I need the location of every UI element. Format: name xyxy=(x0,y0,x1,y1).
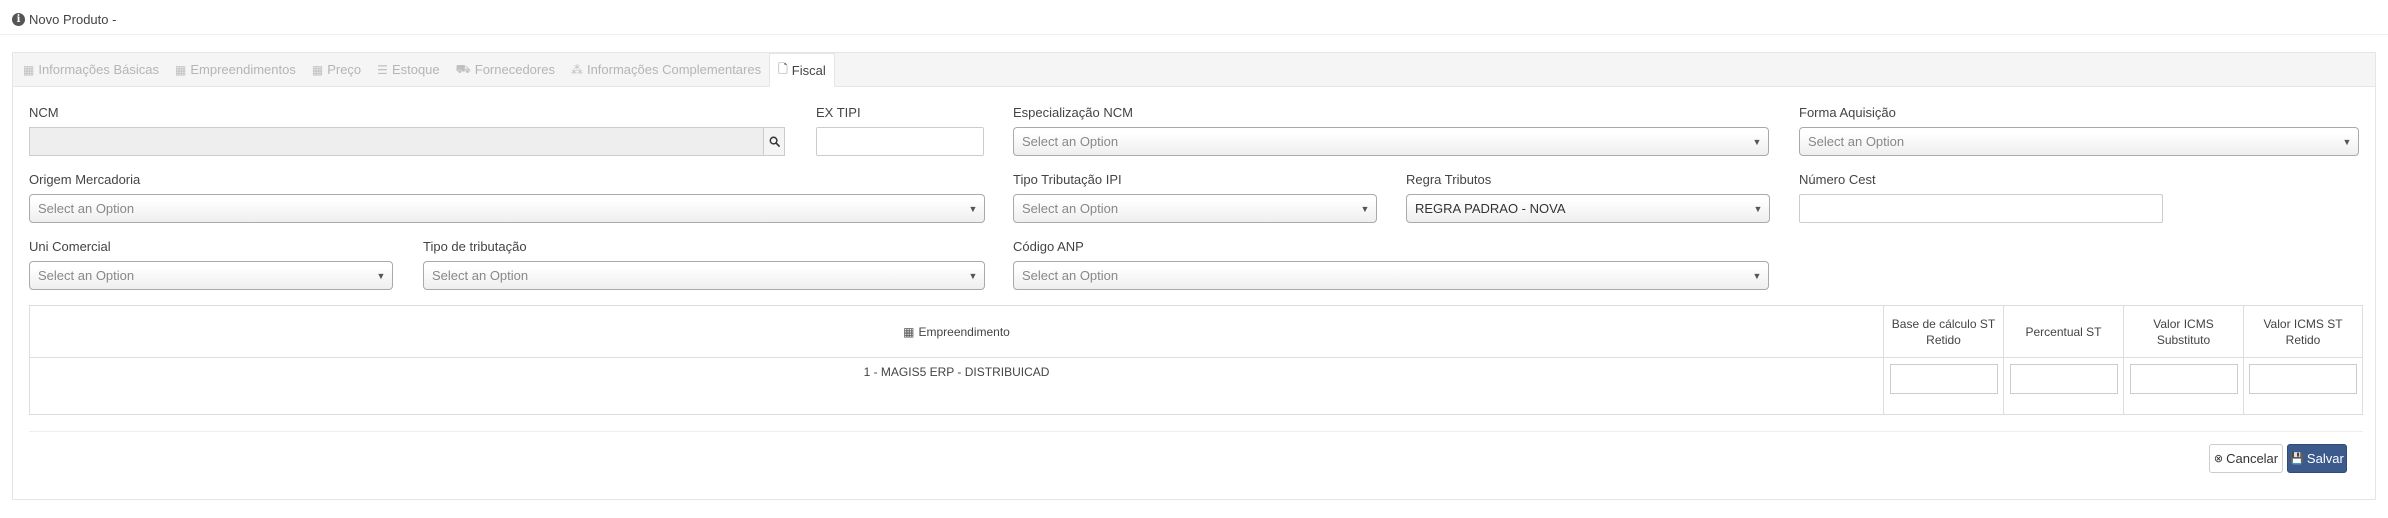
grid-header-base-calculo: Base de cálculo ST Retido xyxy=(1883,306,2003,357)
numero-cest-label: Número Cest xyxy=(1799,172,1876,187)
empreendimento-grid: ▦ Empreendimento Base de cálculo ST Reti… xyxy=(29,305,2363,415)
valor-substituto-input[interactable] xyxy=(2129,364,2238,394)
ncm-field-group xyxy=(29,127,785,156)
codigo-anp-label: Código ANP xyxy=(1013,239,1084,254)
tab-label: Informações Básicas xyxy=(38,62,160,77)
especializacao-ncm-select[interactable]: Select an Option ▼ xyxy=(1013,127,1769,156)
ex-tipi-label: EX TIPI xyxy=(816,105,861,120)
ncm-label: NCM xyxy=(29,105,59,120)
tab-empreendimentos[interactable]: ▦ Empreendimentos xyxy=(167,53,304,86)
grid-header-percentual: Percentual ST xyxy=(2003,306,2123,357)
numero-cest-input[interactable] xyxy=(1799,194,2163,223)
header-divider xyxy=(0,34,2388,35)
times-circle-icon: ⊗ xyxy=(2213,453,2224,465)
caret-down-icon: ▼ xyxy=(968,203,978,214)
tab-fornecedores[interactable]: ⛟ Fornecedores xyxy=(448,53,563,86)
caret-down-icon: ▼ xyxy=(1360,203,1370,214)
ex-tipi-input[interactable] xyxy=(816,127,984,156)
uni-comercial-label: Uni Comercial xyxy=(29,239,111,254)
tab-informacoes-basicas[interactable]: ▦ Informações Básicas xyxy=(15,53,167,86)
button-label: Cancelar xyxy=(2226,451,2279,466)
caret-down-icon: ▼ xyxy=(1752,270,1762,281)
select-value: Select an Option xyxy=(432,268,529,283)
tab-fiscal[interactable]: 🗋 Fiscal xyxy=(769,53,835,87)
cancel-button[interactable]: ⊗ Cancelar xyxy=(2209,444,2283,473)
regra-tributos-select[interactable]: REGRA PADRAO - NOVA ▼ xyxy=(1406,194,1770,223)
uni-comercial-select[interactable]: Select an Option ▼ xyxy=(29,261,393,290)
info-icon: i xyxy=(12,12,25,26)
select-value: Select an Option xyxy=(1808,134,1905,149)
empreendimento-cell: 1 - MAGIS5 ERP - DISTRIBUICAD xyxy=(863,365,1050,379)
table-row: 1 - MAGIS5 ERP - DISTRIBUICAD xyxy=(30,358,2362,415)
origem-mercadoria-label: Origem Mercadoria xyxy=(29,172,141,187)
select-value: Select an Option xyxy=(1022,268,1119,283)
ncm-input[interactable] xyxy=(29,127,763,156)
tab-label: Informações Complementares xyxy=(586,62,762,77)
tab-preco[interactable]: ▦ Preço xyxy=(304,53,369,86)
header-label: Empreendimento xyxy=(918,324,1010,339)
grid-header-valor-retido: Valor ICMS ST Retido xyxy=(2243,306,2362,357)
button-label: Salvar xyxy=(2306,451,2344,466)
select-value: Select an Option xyxy=(38,268,135,283)
save-button[interactable]: 💾 Salvar xyxy=(2287,444,2347,473)
footer-divider xyxy=(29,431,2363,432)
caret-down-icon: ▼ xyxy=(376,270,386,281)
percentual-cell xyxy=(2003,358,2123,415)
building-icon: ▦ xyxy=(311,62,324,77)
especializacao-ncm-label: Especialização NCM xyxy=(1013,105,1133,120)
tab-label: Fiscal xyxy=(791,62,826,78)
tab-label: Fornecedores xyxy=(474,62,555,77)
caret-down-icon: ▼ xyxy=(1753,203,1763,214)
tipo-tributacao-label: Tipo de tributação xyxy=(423,239,527,254)
page-header: i Novo Produto - xyxy=(12,8,116,30)
grid-header-empreendimento: ▦ Empreendimento xyxy=(30,306,1883,357)
search-icon xyxy=(769,136,780,147)
building-icon: ▦ xyxy=(175,62,187,77)
caret-down-icon: ▼ xyxy=(2342,136,2352,147)
tab-label: Empreendimentos xyxy=(190,62,296,77)
select-value: REGRA PADRAO - NOVA xyxy=(1415,201,1566,216)
tipo-tributacao-ipi-label: Tipo Tributação IPI xyxy=(1013,172,1122,187)
select-value: Select an Option xyxy=(38,201,135,216)
building-icon: ▦ xyxy=(903,324,915,339)
codigo-anp-select[interactable]: Select an Option ▼ xyxy=(1013,261,1769,290)
grid-header-valor-substituto: Valor ICMS Substituto xyxy=(2123,306,2243,357)
floppy-icon: 💾 xyxy=(2290,453,2304,465)
cubes-icon: ⁂ xyxy=(570,62,583,77)
truck-icon: ⛟ xyxy=(455,61,471,76)
caret-down-icon: ▼ xyxy=(968,270,978,281)
regra-tributos-label: Regra Tributos xyxy=(1406,172,1492,187)
ncm-search-button[interactable] xyxy=(763,127,785,156)
origem-mercadoria-select[interactable]: Select an Option ▼ xyxy=(29,194,985,223)
valor-retido-cell xyxy=(2243,358,2362,415)
forma-aquisicao-label: Forma Aquisição xyxy=(1799,105,1896,120)
list-icon: ☰ xyxy=(377,62,388,77)
grid-header-row: ▦ Empreendimento Base de cálculo ST Reti… xyxy=(30,306,2362,358)
tipo-tributacao-select[interactable]: Select an Option ▼ xyxy=(423,261,985,290)
tab-estoque[interactable]: ☰ Estoque xyxy=(369,53,447,86)
percentual-input[interactable] xyxy=(2009,364,2118,394)
caret-down-icon: ▼ xyxy=(1752,136,1762,147)
valor-substituto-cell xyxy=(2123,358,2243,415)
tab-label: Preço xyxy=(327,62,362,77)
tab-informacoes-complementares[interactable]: ⁂ Informações Complementares xyxy=(563,53,769,86)
tab-bar: ▦ Informações Básicas ▦ Empreendimentos … xyxy=(13,53,2375,87)
file-icon: 🗋 xyxy=(778,61,788,76)
valor-retido-input[interactable] xyxy=(2249,364,2357,394)
base-calculo-input[interactable] xyxy=(1889,364,1998,394)
page-title: Novo Produto - xyxy=(29,11,117,27)
select-value: Select an Option xyxy=(1022,201,1119,216)
forma-aquisicao-select[interactable]: Select an Option ▼ xyxy=(1799,127,2359,156)
select-value: Select an Option xyxy=(1022,134,1119,149)
tipo-tributacao-ipi-select[interactable]: Select an Option ▼ xyxy=(1013,194,1377,223)
base-calculo-cell xyxy=(1883,358,2003,415)
tab-label: Estoque xyxy=(391,62,440,77)
product-form-panel: ▦ Informações Básicas ▦ Empreendimentos … xyxy=(12,52,2376,500)
building-icon: ▦ xyxy=(23,62,35,77)
